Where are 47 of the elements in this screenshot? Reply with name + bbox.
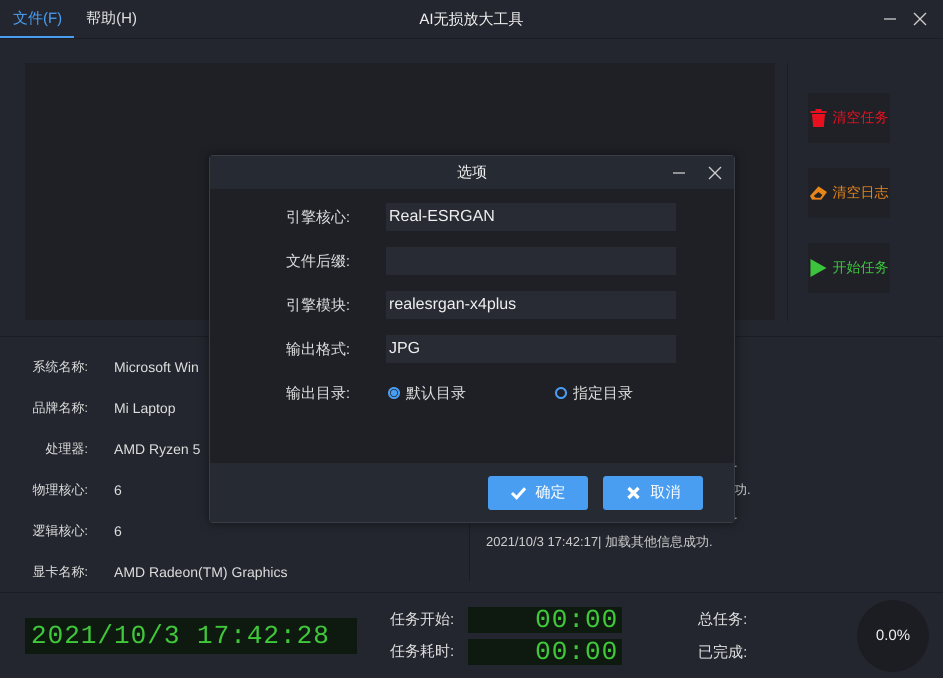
menu-item[interactable]: 文件(F) bbox=[0, 0, 74, 38]
timer-display: 00:00 bbox=[468, 638, 622, 664]
info-value: 6 bbox=[114, 522, 122, 539]
info-value: Microsoft Win bbox=[114, 359, 199, 376]
close-icon bbox=[626, 486, 640, 500]
log-line: 2021/10/3 17:42:17| 加载其他信息成功. bbox=[486, 533, 713, 551]
counter-label: 总任务: bbox=[698, 610, 748, 628]
action-button[interactable]: 清空日志 bbox=[808, 168, 890, 218]
info-label: 物理核心: bbox=[31, 480, 88, 499]
info-label: 品牌名称: bbox=[31, 399, 88, 418]
menu-item[interactable]: 帮助(H) bbox=[74, 0, 149, 38]
field-label: 文件后缀: bbox=[284, 252, 350, 270]
log-line: . bbox=[734, 507, 738, 524]
close-icon[interactable] bbox=[708, 166, 722, 180]
input-field[interactable]: JPG bbox=[386, 335, 676, 363]
info-label: 显卡名称: bbox=[31, 562, 88, 581]
timer-display: 00:00 bbox=[468, 606, 622, 632]
info-value: AMD Ryzen 5 bbox=[114, 441, 200, 458]
counter-label: 已完成: bbox=[698, 642, 748, 662]
field-label: 引擎模块: bbox=[284, 296, 350, 314]
input-field[interactable]: Real-ESRGAN bbox=[386, 203, 676, 231]
info-label: 系统名称: bbox=[31, 358, 88, 376]
info-value: 6 bbox=[114, 482, 122, 498]
timer-label: 任务开始: bbox=[390, 610, 454, 629]
eraser-icon bbox=[810, 184, 826, 202]
info-label: 处理器: bbox=[44, 440, 88, 458]
field-label: 输出格式: bbox=[284, 340, 350, 358]
close-icon[interactable] bbox=[913, 12, 927, 26]
radio-option[interactable]: 默认目录 bbox=[388, 384, 555, 402]
play-icon bbox=[810, 259, 826, 277]
clock-display: 2021/10/3 17:42:28 bbox=[25, 618, 357, 654]
field-label: 引擎核心: bbox=[284, 208, 350, 226]
info-label: 逻辑核心: bbox=[31, 522, 88, 540]
log-line: . bbox=[734, 455, 738, 472]
action-button[interactable]: 开始任务 bbox=[808, 243, 890, 293]
radio-option[interactable]: 指定目录 bbox=[555, 384, 722, 402]
progress-circle: 0.0% bbox=[857, 600, 929, 672]
timer-label: 任务耗时: bbox=[390, 642, 454, 661]
field-label: 输出目录: bbox=[284, 384, 350, 402]
dialog-title: 选项 bbox=[457, 163, 487, 182]
info-value: Mi Laptop bbox=[114, 400, 176, 416]
trash-icon bbox=[810, 109, 826, 127]
log-line: 功. bbox=[734, 481, 751, 499]
info-value: AMD Radeon(TM) Graphics bbox=[114, 564, 288, 580]
input-field[interactable]: realesrgan-x4plus bbox=[386, 291, 676, 319]
check-icon bbox=[510, 486, 526, 500]
window-title: AI无损放大工具 bbox=[419, 10, 524, 28]
